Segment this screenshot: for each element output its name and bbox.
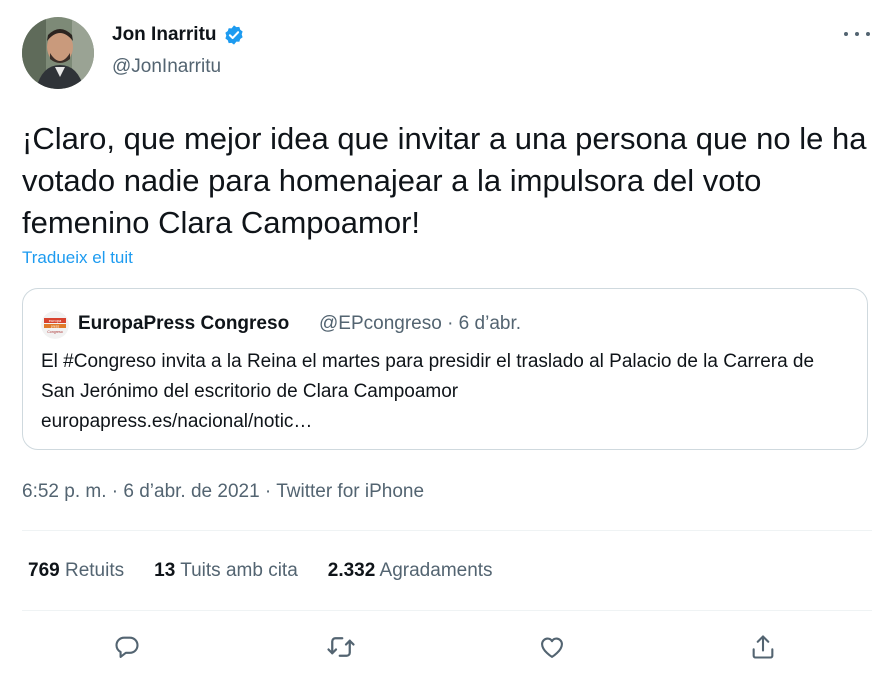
quoted-display-name: EuropaPress Congreso [78,313,290,334]
retweets-count: 769 [28,560,60,581]
retweet-icon[interactable] [324,630,358,664]
retweets-stat[interactable]: 769 Retuits [28,560,124,582]
quotes-label: Tuits amb cita [180,560,298,581]
more-dot [855,32,859,36]
engagement-stats: 769 Retuits 13 Tuits amb cita 2.332 Agra… [28,560,493,582]
likes-label: Agradaments [379,560,493,581]
like-icon[interactable] [535,630,569,664]
reply-icon[interactable] [110,630,144,664]
quoted-tweet-text: El #Congreso invita a la Reina el martes… [41,351,815,402]
divider [22,530,872,531]
quotes-stat[interactable]: 13 Tuits amb cita [154,560,298,582]
author-avatar[interactable] [22,17,94,89]
likes-stat[interactable]: 2.332 Agradaments [328,560,493,582]
retweets-label: Retuits [64,560,125,581]
tweet-text: ¡Claro, que mejor idea que invitar a una… [22,121,867,240]
divider [22,610,872,611]
quoted-logo-word: Congreso [47,330,63,334]
translate-link[interactable]: Tradueix el tuit [22,248,133,268]
quoted-tweet-link[interactable]: europapress.es/nacional/notic… [41,411,312,432]
verified-badge-icon [223,24,245,46]
tweet-timestamp[interactable]: 6:52 p. m. · 6 d’abr. de 2021 · Twitter … [22,481,424,503]
quoted-handle-date: @EPcongreso · 6 d’abr. [319,313,522,334]
share-icon[interactable] [746,630,780,664]
quoted-tweet-body: El #Congreso invita a la Reina el martes… [41,347,851,437]
likes-count: 2.332 [327,560,376,581]
more-options-icon[interactable] [844,24,870,44]
quoted-author-avatar: europa press Congreso [41,311,69,339]
author-handle[interactable]: @JonInarritu [112,56,221,78]
quoted-logo-word: press [51,324,60,328]
author-display-name[interactable]: Jon Inarritu [112,24,217,46]
quotes-count: 13 [154,560,176,581]
more-dot [866,32,870,36]
quoted-tweet-card[interactable]: europa press Congreso EuropaPress Congre… [22,288,868,450]
quoted-logo-word: europa [49,318,62,323]
more-dot [844,32,848,36]
author-name-row[interactable]: Jon Inarritu [112,24,245,46]
